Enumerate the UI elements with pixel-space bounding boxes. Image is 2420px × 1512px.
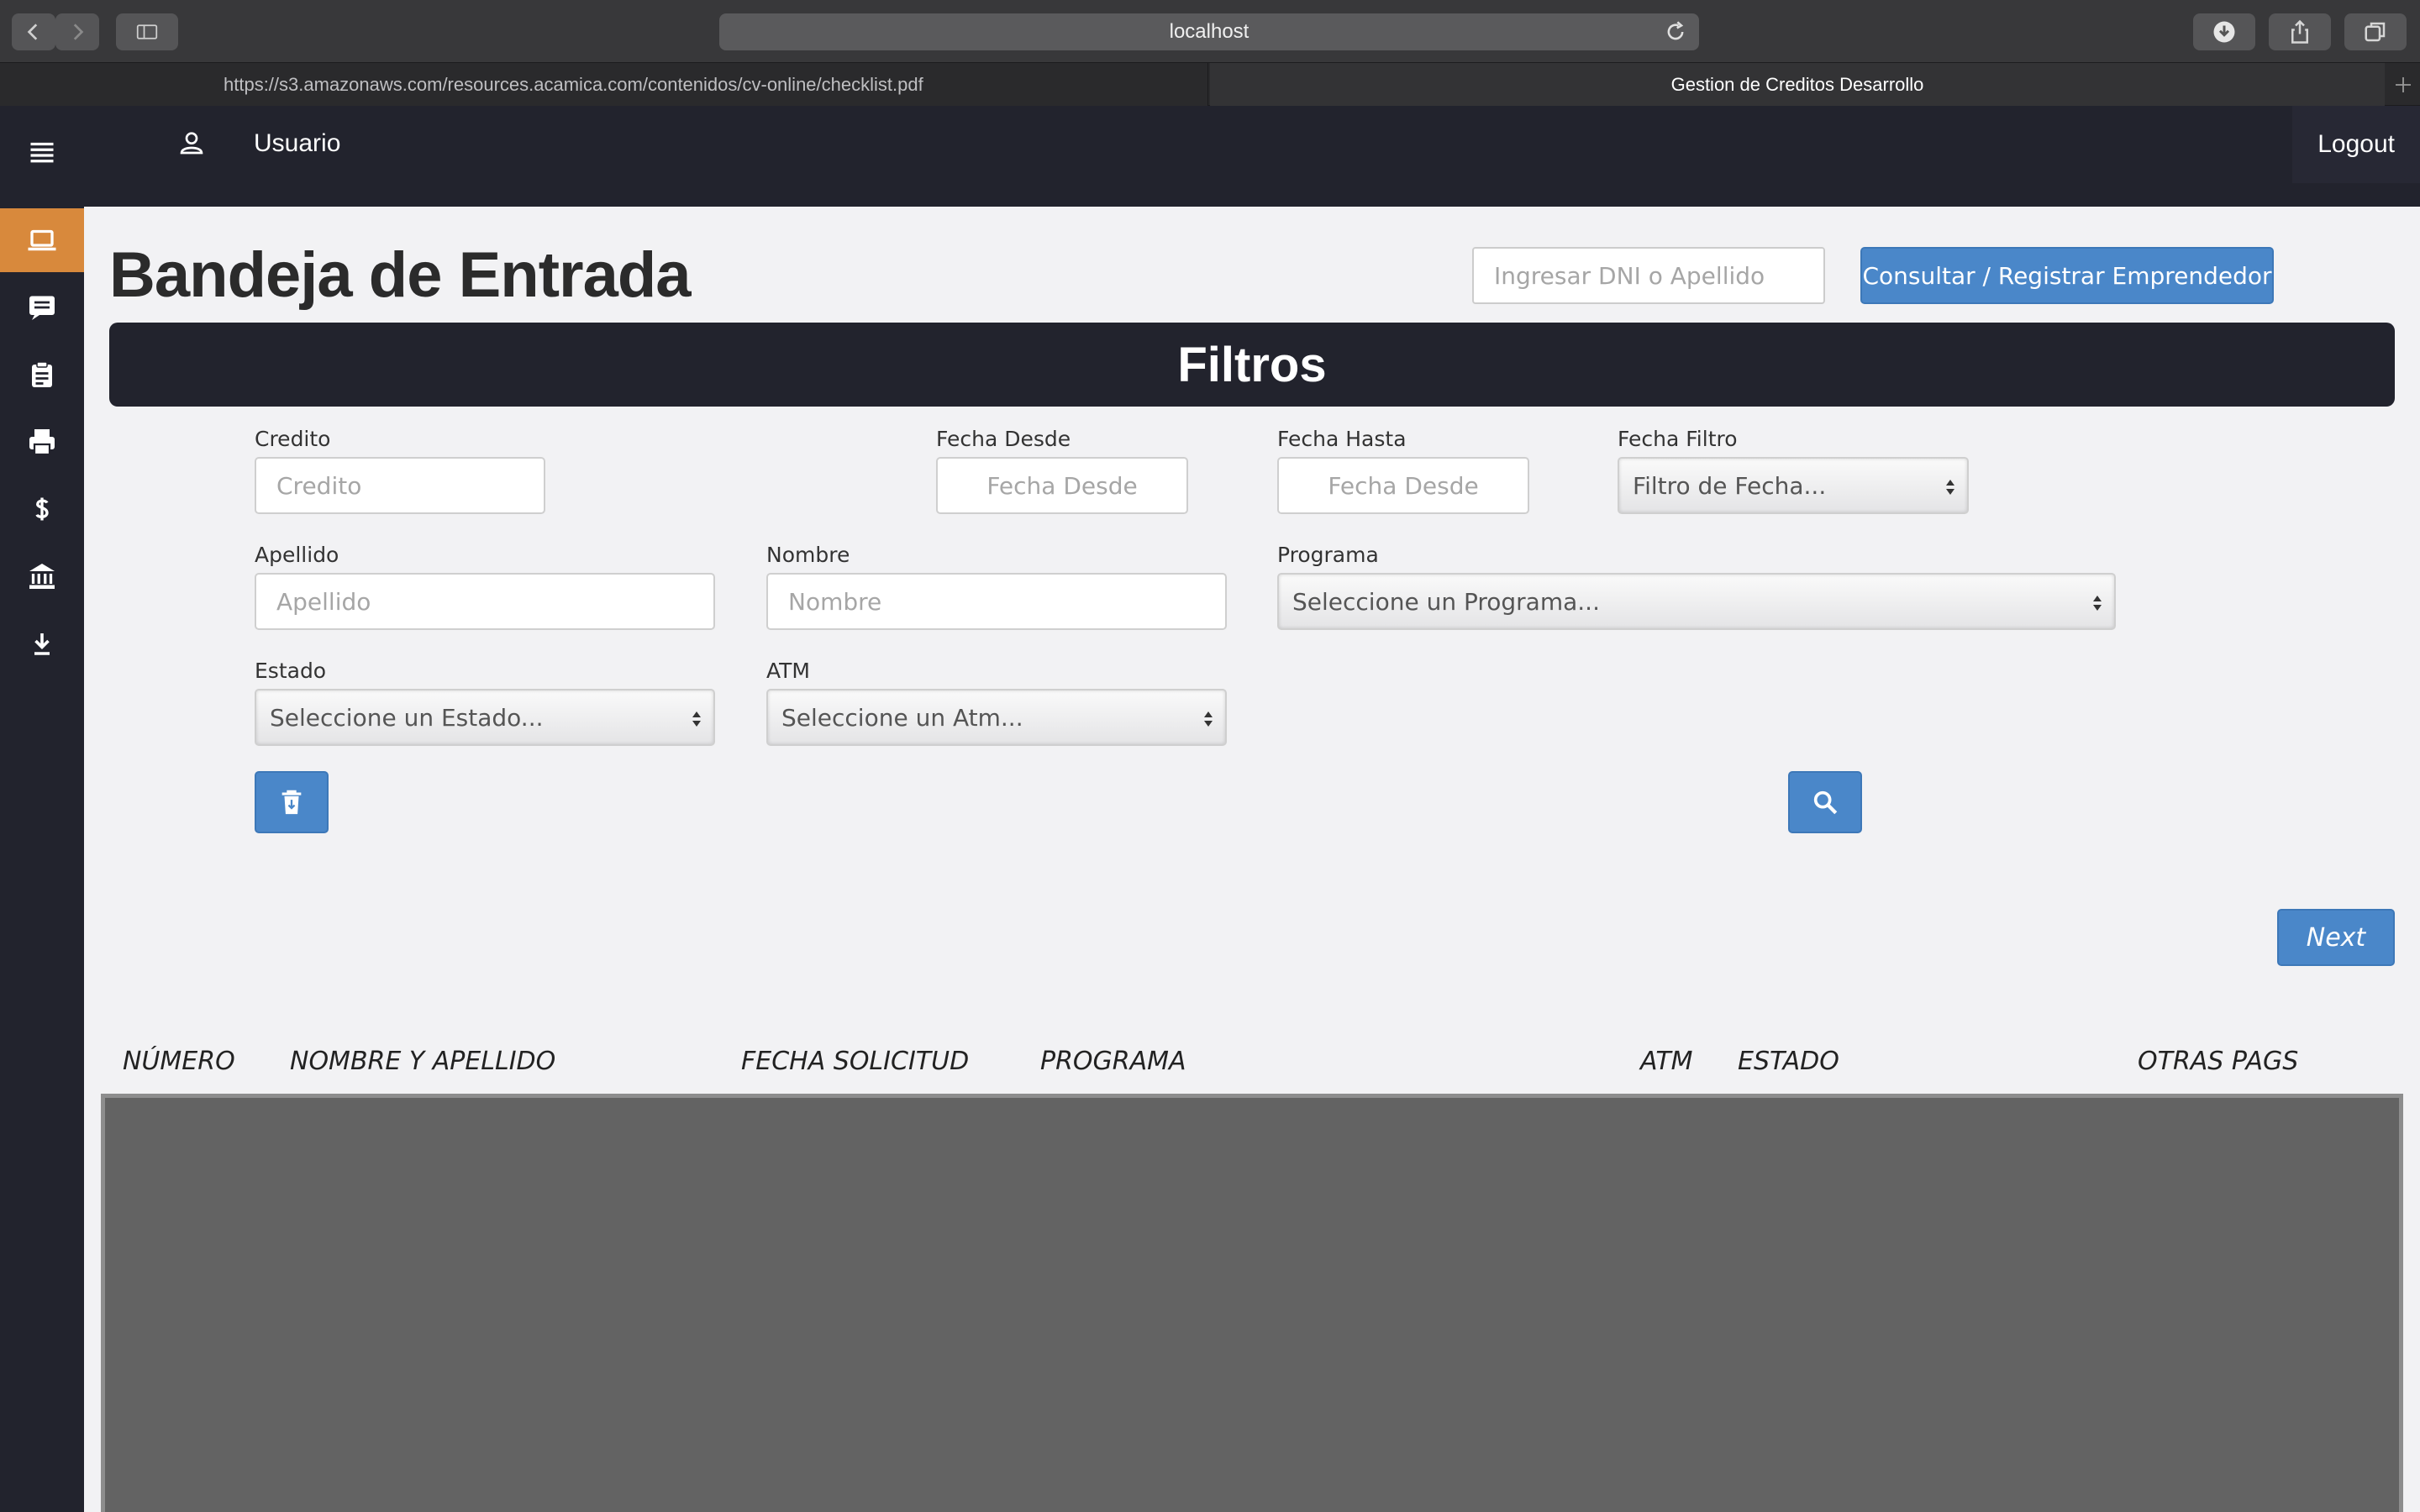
search-icon (1813, 790, 1838, 815)
share-button[interactable] (2269, 13, 2331, 50)
sidebar-item-menu[interactable] (0, 121, 84, 185)
consult-register-button[interactable]: Consultar / Registrar Emprendedor (1860, 247, 2274, 304)
laptop-icon (28, 229, 56, 251)
plus-icon (2396, 77, 2411, 92)
sidebar-item-descargas[interactable] (0, 612, 84, 675)
search-button[interactable] (1788, 771, 1862, 833)
sidebar (0, 106, 84, 1512)
credito-label: Credito (255, 427, 331, 451)
credito-input[interactable] (255, 457, 545, 514)
dollar-icon (35, 497, 49, 521)
chevron-right-icon (73, 24, 84, 40)
address-bar[interactable]: localhost (719, 13, 1699, 50)
new-tab-button[interactable] (2386, 63, 2420, 107)
column-header-fecha[interactable]: FECHA SOLICITUD (741, 1047, 969, 1076)
trash-icon (281, 790, 302, 815)
select-arrows-icon (692, 711, 701, 727)
download-circle-icon (2213, 21, 2235, 43)
clear-filters-button[interactable] (255, 771, 329, 833)
results-table-body (101, 1094, 2403, 1512)
estado-label: Estado (255, 659, 327, 683)
app-header: Usuario Logout (84, 106, 2420, 207)
fecha-hasta-input[interactable] (1277, 457, 1529, 514)
browser-toolbar: localhost (0, 0, 2420, 62)
column-header-nombre[interactable]: NOMBRE Y APELLIDO (290, 1047, 555, 1076)
select-arrows-icon (2093, 596, 2102, 611)
sidebar-toggle-button[interactable] (116, 13, 178, 50)
sidebar-item-bandeja[interactable] (0, 208, 84, 272)
column-header-numero[interactable]: NÚMERO (123, 1047, 235, 1076)
apellido-label: Apellido (255, 543, 339, 567)
fecha-filtro-select[interactable]: Filtro de Fecha... (1618, 457, 1969, 514)
url-text: localhost (1169, 20, 1249, 43)
download-icon (34, 633, 50, 655)
fecha-desde-label: Fecha Desde (936, 427, 1071, 451)
programa-label: Programa (1277, 543, 1379, 567)
estado-select[interactable]: Seleccione un Estado... (255, 689, 715, 746)
clipboard-icon (32, 361, 52, 387)
table-header: NÚMERO NOMBRE Y APELLIDO FECHA SOLICITUD… (0, 1047, 2420, 1080)
fecha-filtro-label: Fecha Filtro (1618, 427, 1738, 451)
menu-icon (30, 142, 54, 163)
apellido-input[interactable] (255, 573, 715, 630)
tabs-icon (2365, 22, 2386, 42)
column-header-estado[interactable]: ESTADO (1738, 1047, 1839, 1076)
bank-icon (29, 564, 55, 589)
programa-select[interactable]: Seleccione un Programa... (1277, 573, 2116, 630)
share-icon (2291, 19, 2308, 44)
fecha-filtro-value: Filtro de Fecha... (1633, 471, 1827, 500)
fecha-desde-input[interactable] (936, 457, 1188, 514)
sidebar-item-banco[interactable] (0, 544, 84, 608)
select-arrows-icon (1946, 480, 1954, 495)
filters-header: Filtros (109, 323, 2395, 407)
estado-value: Seleccione un Estado... (270, 703, 544, 732)
fecha-hasta-label: Fecha Hasta (1277, 427, 1407, 451)
select-arrows-icon (1204, 711, 1213, 727)
reload-icon[interactable] (1664, 20, 1687, 44)
sidebar-item-pagos[interactable] (0, 477, 84, 541)
back-button[interactable] (12, 13, 55, 50)
dni-search-input[interactable] (1472, 247, 1825, 304)
atm-label: ATM (766, 659, 811, 683)
printer-icon (29, 429, 55, 456)
logout-button[interactable]: Logout (2292, 106, 2420, 183)
sidebar-item-imprimir[interactable] (0, 410, 84, 474)
chevron-left-icon (27, 24, 38, 40)
tab-title: Gestion de Creditos Desarrollo (1670, 74, 1924, 95)
nombre-label: Nombre (766, 543, 850, 567)
atm-value: Seleccione un Atm... (781, 703, 1023, 732)
tab-title: https://s3.amazonaws.com/resources.acami… (224, 74, 923, 95)
sidebar-icon (136, 24, 158, 39)
sidebar-item-mensajes[interactable] (0, 276, 84, 339)
tab-bar: https://s3.amazonaws.com/resources.acami… (0, 62, 2420, 107)
programa-value: Seleccione un Programa... (1292, 587, 1600, 616)
column-header-otras-pags[interactable]: OTRAS PAGS (2138, 1047, 2298, 1076)
page-title: Bandeja de Entrada (109, 239, 692, 311)
nombre-input[interactable] (766, 573, 1227, 630)
tab-checklist-pdf[interactable]: https://s3.amazonaws.com/resources.acami… (0, 63, 1208, 107)
column-header-atm[interactable]: ATM (1640, 1047, 1693, 1076)
downloads-button[interactable] (2193, 13, 2255, 50)
column-header-programa[interactable]: PROGRAMA (1040, 1047, 1186, 1076)
tab-gestion-creditos[interactable]: Gestion de Creditos Desarrollo (1210, 63, 2385, 107)
user-icon (180, 132, 203, 155)
user-label[interactable]: Usuario (254, 129, 340, 158)
tabs-overview-button[interactable] (2344, 13, 2407, 50)
sidebar-item-checklist[interactable] (0, 343, 84, 407)
forward-button[interactable] (55, 13, 99, 50)
message-icon (29, 296, 55, 320)
atm-select[interactable]: Seleccione un Atm... (766, 689, 1227, 746)
next-page-button[interactable]: Next (2277, 909, 2395, 966)
